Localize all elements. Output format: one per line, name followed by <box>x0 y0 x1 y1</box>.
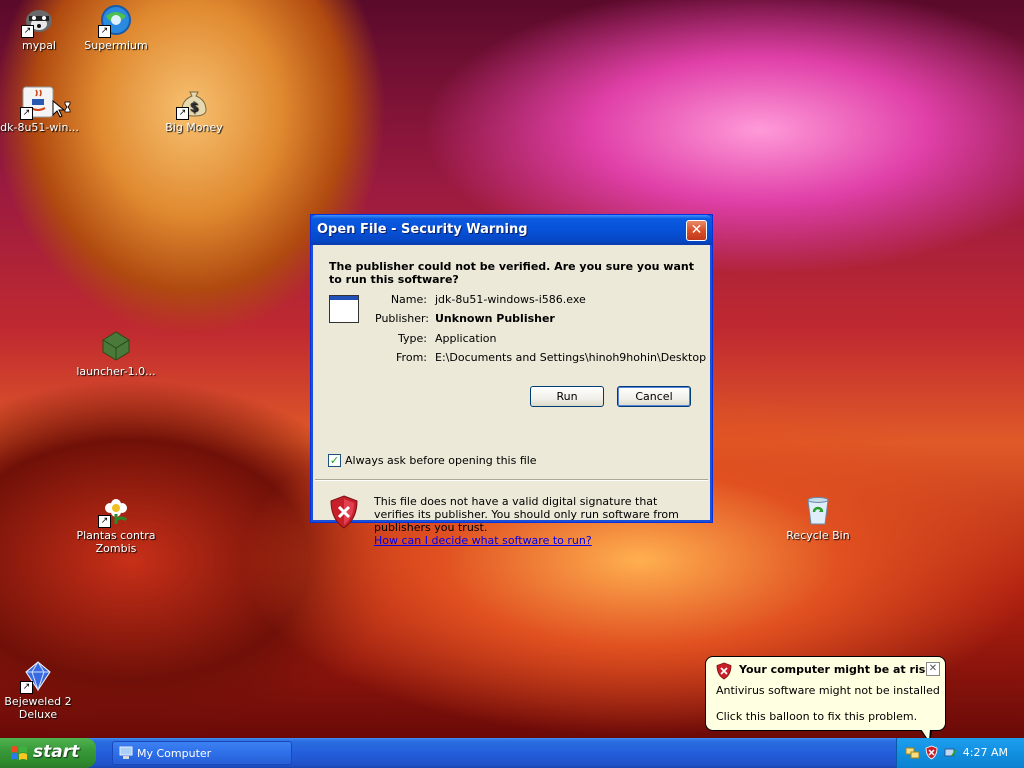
desktop-icon-recycle-bin[interactable]: Recycle Bin <box>770 494 866 542</box>
dialog-separator <box>315 479 708 481</box>
recycle-bin-icon <box>802 494 834 526</box>
gem-icon: ↗ <box>20 660 54 694</box>
desktop-icon-supermium[interactable]: ↗ Supermium <box>68 4 164 52</box>
close-button[interactable]: ✕ <box>686 220 707 241</box>
field-label: From: <box>396 351 427 364</box>
run-button[interactable]: Run <box>530 386 604 407</box>
betacraft-icon <box>100 330 132 362</box>
desktop-icon-bejeweled-2-deluxe[interactable]: ↗ Bejeweled 2 Deluxe <box>0 660 86 721</box>
info-row-from: From: E:\Documents and Settings\hinoh9ho… <box>375 351 706 365</box>
money-bag-icon: $ ↗ <box>176 86 210 120</box>
desktop-icon-label: Big Money <box>165 121 223 134</box>
dialog-titlebar[interactable]: Open File - Security Warning ✕ <box>311 215 712 245</box>
system-tray: 4:27 AM <box>896 738 1024 768</box>
desktop-icon-label: mypal <box>21 39 56 52</box>
flower-icon: ↗ <box>98 494 132 528</box>
browser-globe-icon: ↗ <box>98 4 132 38</box>
cancel-button[interactable]: Cancel <box>617 386 691 407</box>
shortcut-arrow-icon: ↗ <box>21 25 34 38</box>
signature-warning: This file does not have a valid digital … <box>374 495 694 547</box>
network-icon[interactable] <box>905 745 920 760</box>
application-file-icon <box>329 295 359 323</box>
computer-icon <box>119 746 133 760</box>
info-row-name: Name: jdk-8u51-windows-i586.exe <box>375 293 695 307</box>
clock[interactable]: 4:27 AM <box>963 746 1008 759</box>
field-label: Publisher: <box>375 312 430 325</box>
field-value-from: E:\Documents and Settings\hinoh9hohin\De… <box>435 351 707 364</box>
security-center-icon[interactable] <box>924 745 939 760</box>
desktop-icon-jdk-installer[interactable]: ↗ jdk-8u51-win... <box>0 86 86 134</box>
balloon-close-button[interactable]: ✕ <box>926 662 940 676</box>
dialog-question: The publisher could not be verified. Are… <box>329 260 694 286</box>
desktop-icon-label: jdk-8u51-win... <box>0 121 79 134</box>
desktop-icon-launcher[interactable]: launcher-1.0... <box>68 330 164 378</box>
security-warning-dialog: Open File - Security Warning ✕ The publi… <box>310 214 713 547</box>
shortcut-arrow-icon: ↗ <box>176 107 189 120</box>
field-label: Type: <box>398 332 427 345</box>
shortcut-arrow-icon: ↗ <box>20 107 33 120</box>
always-ask-checkbox[interactable]: ✓ <box>328 454 341 467</box>
field-label: Name: <box>390 293 427 306</box>
dialog-title: Open File - Security Warning <box>317 222 528 237</box>
svg-text:$: $ <box>189 100 198 115</box>
desktop-icon-label: launcher-1.0... <box>76 365 156 378</box>
start-label: start <box>33 742 80 762</box>
java-icon: ↗ <box>20 86 54 120</box>
shield-warning-icon <box>329 495 359 529</box>
taskbar: start My Computer 4:27 AM <box>0 738 1024 768</box>
field-value-name: jdk-8u51-windows-i586.exe <box>435 293 586 306</box>
warning-text: This file does not have a valid digital … <box>374 495 679 534</box>
desktop-icon-big-money[interactable]: $ ↗ Big Money <box>146 86 242 134</box>
taskbar-item-label: My Computer <box>137 747 212 760</box>
desktop-icon-plantas-contra-zombis[interactable]: ↗ Plantas contra Zombis <box>68 494 164 555</box>
field-value-type: Application <box>435 332 497 345</box>
start-button[interactable]: start <box>0 738 96 768</box>
mouse-cursor-icon <box>52 99 72 120</box>
balloon-title: Your computer might be at risk <box>739 663 933 676</box>
security-shield-icon <box>716 662 732 680</box>
dialog-body: The publisher could not be verified. Are… <box>315 245 708 547</box>
balloon-message: Antivirus software might not be installe… <box>716 684 940 697</box>
desktop-icon-label: Supermium <box>84 39 148 52</box>
info-row-publisher: Publisher: Unknown Publisher <box>375 312 695 326</box>
shortcut-arrow-icon: ↗ <box>98 25 111 38</box>
shortcut-arrow-icon: ↗ <box>98 515 111 528</box>
balloon-instruction: Click this balloon to fix this problem. <box>716 710 918 723</box>
help-link[interactable]: How can I decide what software to run? <box>374 534 592 547</box>
desktop-icon-label: Bejeweled 2 Deluxe <box>4 695 72 721</box>
raccoon-icon: ↗ <box>21 4 55 38</box>
taskbar-item-my-computer[interactable]: My Computer <box>112 741 292 765</box>
desktop-icon-label: Plantas contra Zombis <box>76 529 156 555</box>
safely-remove-hardware-icon[interactable] <box>943 745 958 760</box>
shortcut-arrow-icon: ↗ <box>20 681 33 694</box>
field-value-publisher: Unknown Publisher <box>435 312 555 325</box>
desktop-icon-label: Recycle Bin <box>786 529 850 542</box>
windows-logo-icon <box>10 745 28 761</box>
info-row-type: Type: Application <box>375 332 695 346</box>
security-alert-balloon[interactable]: Your computer might be at risk Antivirus… <box>705 656 946 744</box>
always-ask-label[interactable]: Always ask before opening this file <box>345 454 537 467</box>
